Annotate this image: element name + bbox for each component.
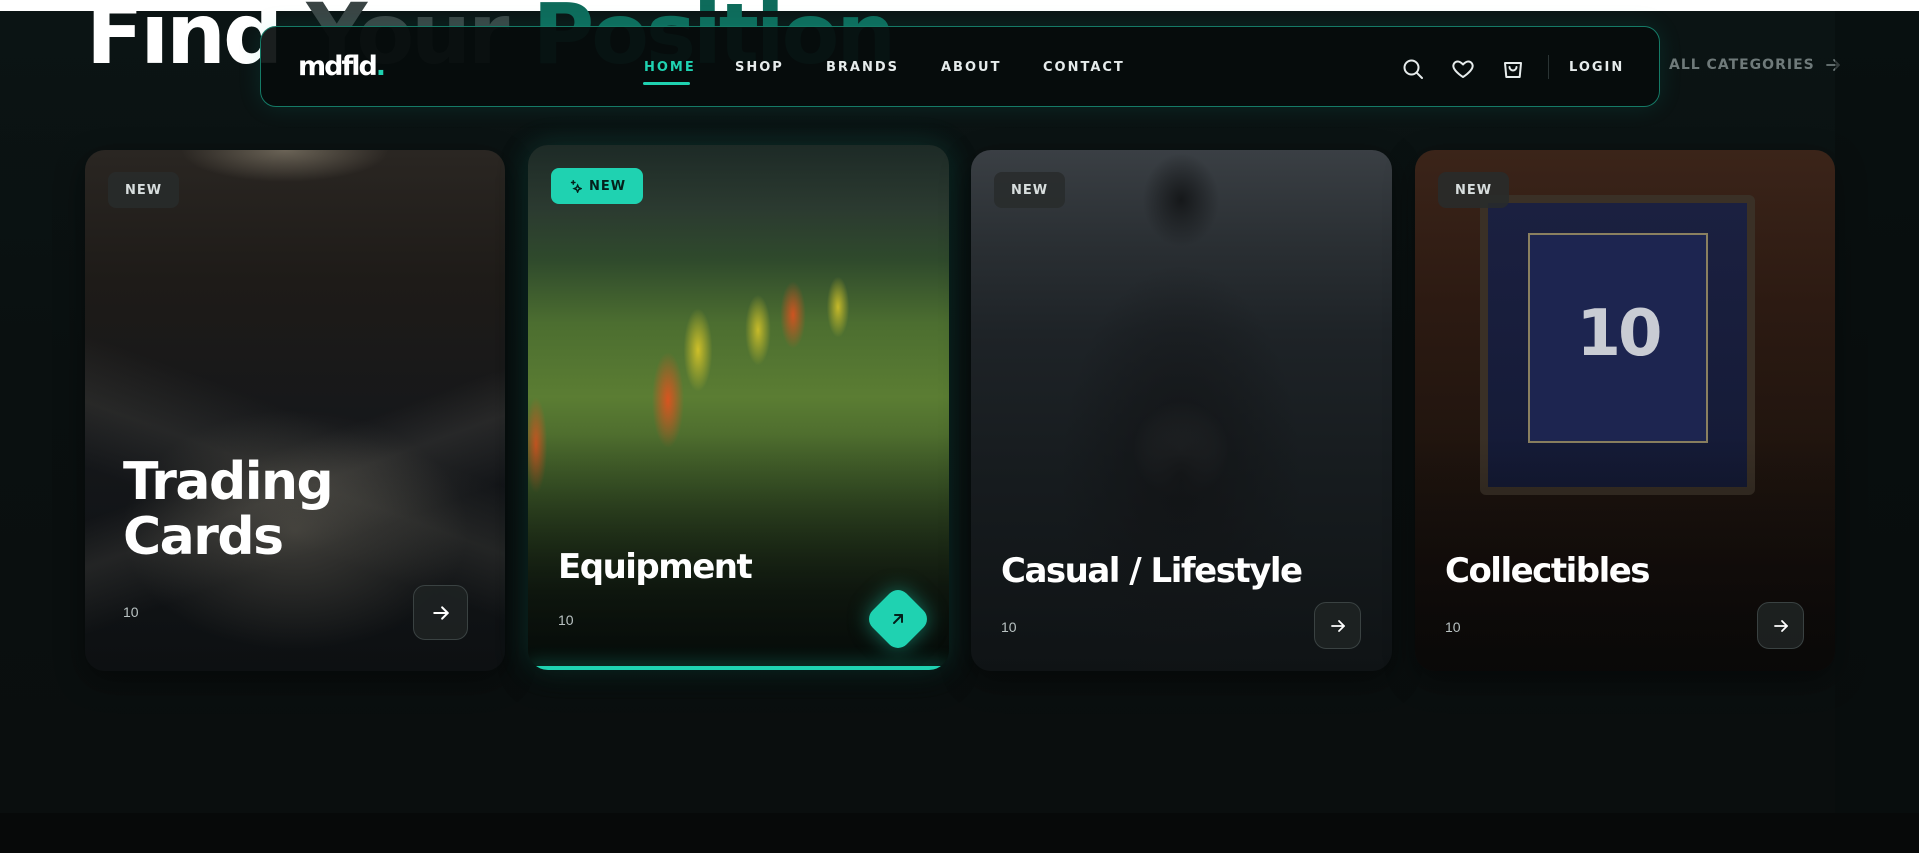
- image-fade: [1415, 150, 1835, 671]
- nav-contact[interactable]: CONTACT: [1043, 60, 1125, 75]
- new-badge: NEW: [551, 168, 644, 204]
- hoodie-figure: [971, 150, 1392, 671]
- card-arrow-button[interactable]: [1757, 602, 1804, 649]
- new-badge: NEW: [1438, 172, 1510, 208]
- nav-active-indicator: [643, 82, 690, 85]
- category-card-casual-lifestyle[interactable]: NEW Casual / Lifestyle 10: [971, 150, 1392, 671]
- nav-divider: [1548, 55, 1549, 79]
- heart-icon[interactable]: [1451, 57, 1475, 81]
- card-title-line1: Trading: [123, 452, 334, 512]
- arrow-right-icon: [1330, 619, 1345, 632]
- card-title-trading-cards: Trading Cards: [123, 452, 334, 567]
- new-badge: NEW: [108, 172, 180, 208]
- new-badge-label: NEW: [125, 182, 163, 198]
- footer-edge: [0, 813, 1919, 853]
- right-edge-shade: [1835, 11, 1919, 813]
- nav-brands[interactable]: BRANDS: [826, 60, 899, 75]
- new-badge-label: NEW: [1011, 182, 1049, 198]
- image-fade: [528, 145, 949, 670]
- nav-home[interactable]: HOME: [644, 60, 696, 75]
- all-categories-link[interactable]: ALL CATEGORIES: [1669, 57, 1841, 73]
- card-count: 10: [558, 612, 574, 628]
- card-title-equipment: Equipment: [558, 547, 753, 587]
- card-count: 10: [1001, 619, 1017, 635]
- logo-dot: .: [375, 51, 386, 82]
- brand-logo[interactable]: mdfld.: [298, 51, 386, 82]
- new-badge-label: NEW: [1455, 182, 1493, 198]
- card-count: 10: [1445, 619, 1461, 635]
- card-title-line2: Cards: [123, 506, 284, 567]
- sparkle-icon: [570, 180, 582, 193]
- new-badge-label: NEW: [589, 178, 627, 194]
- card-title-casual-lifestyle: Casual / Lifestyle: [1001, 551, 1303, 591]
- card-title-collectibles: Collectibles: [1445, 551, 1651, 591]
- all-categories-label: ALL CATEGORIES: [1669, 57, 1815, 73]
- nav-shop[interactable]: SHOP: [735, 60, 784, 75]
- arrow-up-right-icon: [893, 614, 903, 624]
- category-card-collectibles[interactable]: 10 NEW Collectibles 10: [1415, 150, 1835, 671]
- login-link[interactable]: LOGIN: [1569, 60, 1624, 75]
- search-icon[interactable]: [1401, 57, 1425, 81]
- category-card-trading-cards[interactable]: NEW Trading Cards 10: [85, 150, 505, 671]
- nav-about[interactable]: ABOUT: [941, 60, 1001, 75]
- logo-text: mdfld: [298, 51, 378, 82]
- headline-word-find: Find: [86, 0, 283, 83]
- new-badge: NEW: [994, 172, 1066, 208]
- card-arrow-button[interactable]: [1314, 602, 1361, 649]
- shopping-bag-icon[interactable]: [1501, 57, 1525, 81]
- main-navbar: mdfld. HOME SHOP BRANDS ABOUT CONTACT LO…: [260, 26, 1660, 107]
- card-arrow-button[interactable]: [413, 585, 468, 640]
- active-card-indicator: [528, 666, 949, 670]
- arrow-right-icon: [432, 605, 449, 620]
- arrow-right-icon: [1773, 619, 1788, 632]
- category-card-equipment[interactable]: NEW Equipment 10: [528, 145, 949, 670]
- card-count: 10: [123, 604, 139, 620]
